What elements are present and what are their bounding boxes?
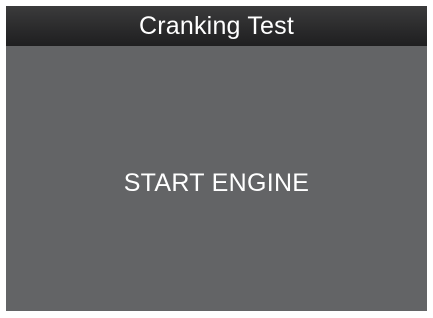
content-area: START ENGINE [6,46,427,311]
instruction-text: START ENGINE [123,169,310,197]
title-bar: Cranking Test [6,6,427,46]
screen-title: Cranking Test [139,12,294,40]
device-screen: Cranking Test START ENGINE [6,6,427,311]
